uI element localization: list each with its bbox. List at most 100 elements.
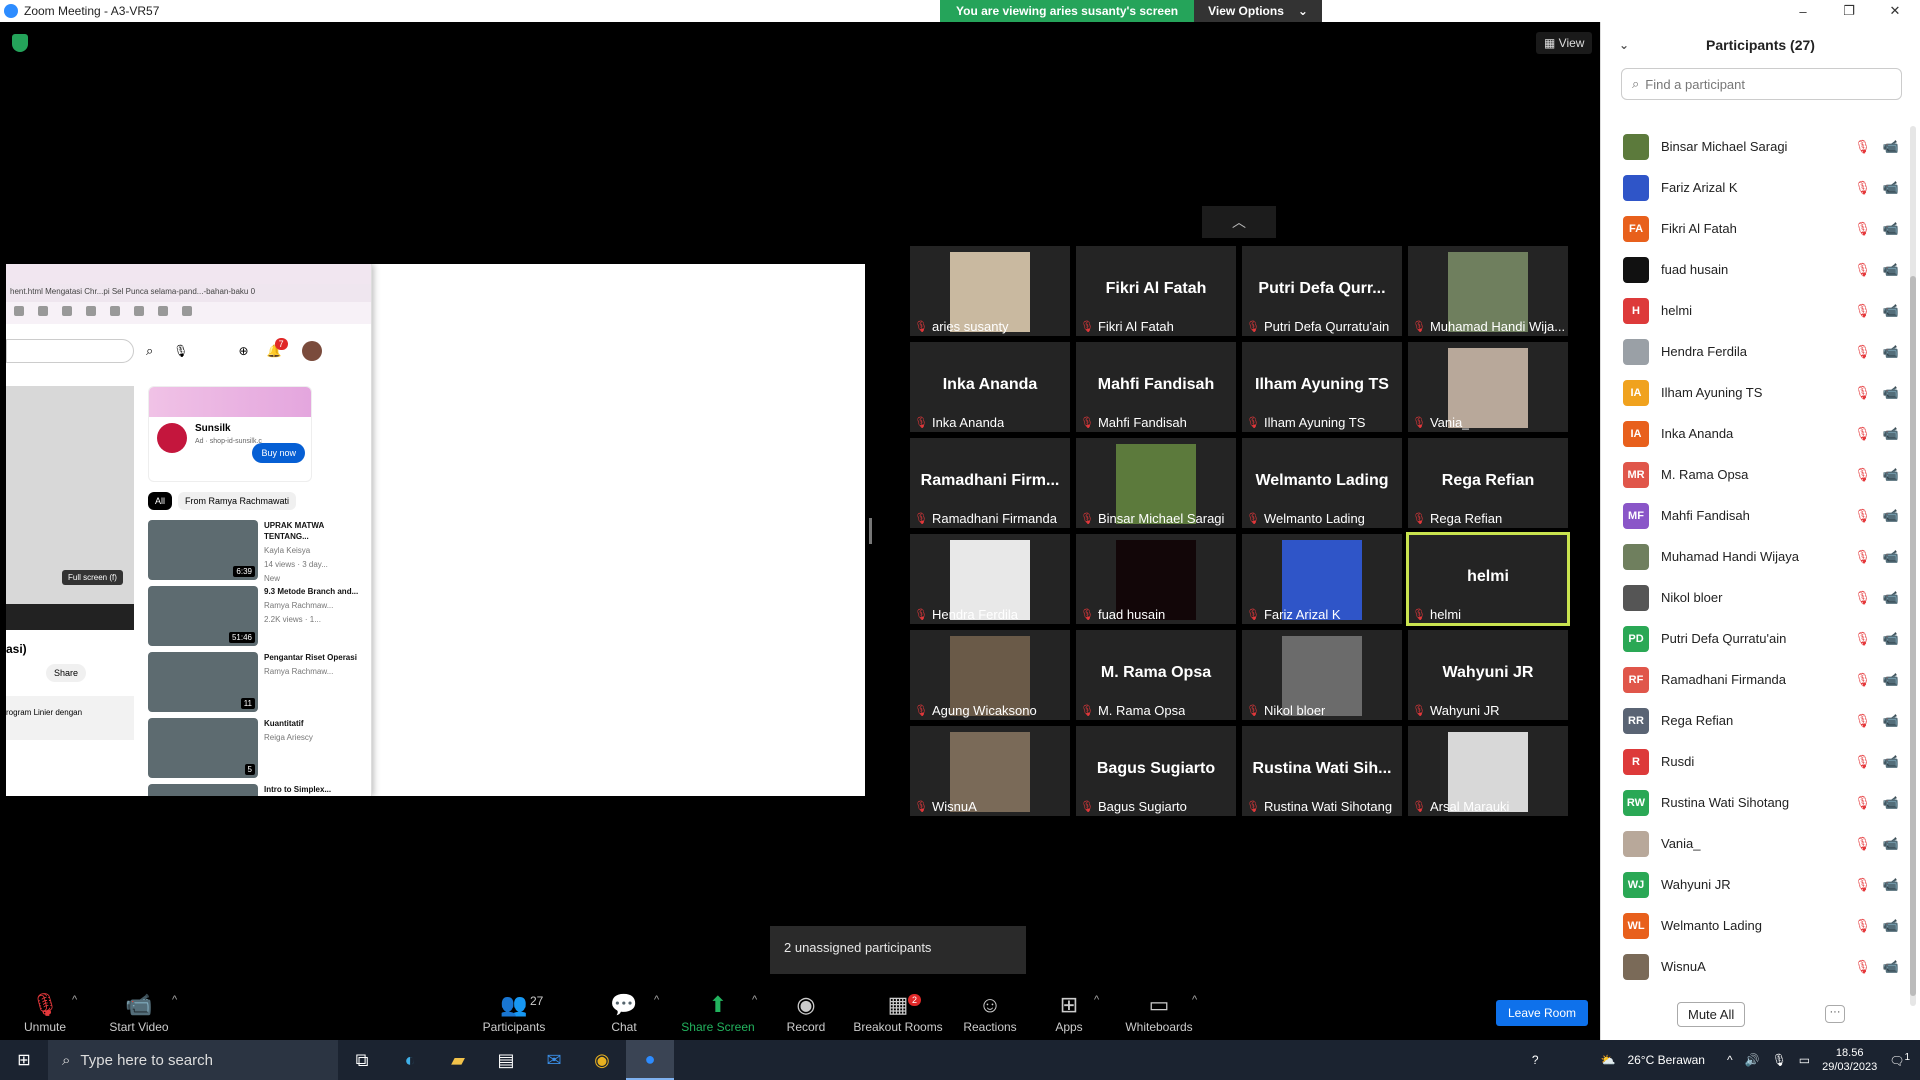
video-tile[interactable]: Bagus Sugiarto 🎙 Bagus Sugiarto [1076,726,1236,816]
leave-room-button[interactable]: Leave Room [1496,1000,1588,1026]
more-options-button[interactable]: ··· [1825,1005,1845,1023]
apps-options-caret[interactable]: ^ [1094,994,1099,1006]
shared-screen[interactable]: hent.html Mengatasi Chr...pi Sel Punca s… [6,264,865,796]
reactions-button[interactable]: ☺ Reactions [963,980,1016,1040]
video-tile[interactable]: Rega Refian 🎙 Rega Refian [1408,438,1568,528]
video-tile[interactable]: 🎙 Agung Wicaksono [910,630,1070,720]
video-tile[interactable]: 🎙 Arsal Marauki [1408,726,1568,816]
video-tile[interactable]: 🎙 aries susanty [910,246,1070,336]
video-tile[interactable]: Fikri Al Fatah 🎙 Fikri Al Fatah [1076,246,1236,336]
breakout-rooms-button[interactable]: ▦ Breakout Rooms 2 [852,980,944,1040]
video-tile[interactable]: Mahfi Fandisah 🎙 Mahfi Fandisah [1076,342,1236,432]
video-tile[interactable]: Ramadhani Firm... 🎙 Ramadhani Firmanda [910,438,1070,528]
weather-text[interactable]: 26°C Berawan [1627,1053,1705,1067]
unassigned-popup[interactable]: 2 unassigned participants [770,926,1026,974]
video-tile[interactable]: Ilham Ayuning TS 🎙 Ilham Ayuning TS [1242,342,1402,432]
clock[interactable]: 18.56 29/03/2023 [1822,1046,1877,1074]
participant-status-icons: 🎙 📹 [1854,795,1899,811]
edge-icon[interactable]: ◐ [386,1040,434,1080]
taskbar-search-input[interactable]: ⌕ Type here to search [48,1040,338,1080]
help-icon[interactable]: ? [1532,1053,1539,1067]
video-tile[interactable]: Rustina Wati Sih... 🎙 Rustina Wati Sihotan… [1242,726,1402,816]
list-item[interactable]: IA Ilham Ayuning TS 🎙 📹 [1601,372,1901,413]
task-view-icon[interactable]: ⧉ [338,1040,386,1080]
list-item[interactable]: WL Welmanto Lading 🎙 📹 [1601,905,1901,946]
whiteboards-button[interactable]: ▭ Whiteboards [1124,980,1194,1040]
apps-button[interactable]: ⊞ Apps [1052,980,1086,1040]
view-button[interactable]: ▦ View [1536,32,1593,54]
close-button[interactable]: ✕ [1872,0,1918,22]
list-item[interactable]: FA Fikri Al Fatah 🎙 📹 [1601,208,1901,249]
video-tile[interactable]: 🎙 Hendra Ferdila [910,534,1070,624]
search-input[interactable]: ⌕ Find a participant [1621,68,1902,100]
video-tile[interactable]: Putri Defa Qurr... 🎙 Putri Defa Qurratu'ai… [1242,246,1402,336]
video-tile[interactable]: 🎙 Binsar Michael Saragi [1076,438,1236,528]
list-item[interactable]: Muhamad Handi Wijaya 🎙 📹 [1601,536,1901,577]
video-tile[interactable]: 🎙 fuad husain [1076,534,1236,624]
chat-options-caret[interactable]: ^ [654,994,659,1006]
video-options-caret[interactable]: ^ [172,994,177,1006]
collapse-gallery-button[interactable]: ︿ [1202,206,1276,238]
video-tile[interactable]: 🎙 Muhamad Handi Wija... [1408,246,1568,336]
tray-chevron-icon[interactable]: ^ [1727,1053,1733,1067]
list-item[interactable]: Nikol bloer 🎙 📹 [1601,577,1901,618]
weather-icon[interactable]: ⛅ [1601,1053,1616,1067]
scrollbar[interactable] [1910,126,1916,1006]
start-video-button[interactable]: 📹 Start Video [104,980,174,1040]
video-tile[interactable]: helmi 🎙 helmi [1406,532,1570,626]
list-item[interactable]: Hendra Ferdila 🎙 📹 [1601,331,1901,372]
list-item[interactable]: Vania_ 🎙 📹 [1601,823,1901,864]
windows-start-icon[interactable]: ⊞ [0,1040,48,1080]
video-tile[interactable]: Inka Ananda 🎙 Inka Ananda [910,342,1070,432]
restore-button[interactable]: ❐ [1826,0,1872,22]
video-tile[interactable]: M. Rama Opsa 🎙 M. Rama Opsa [1076,630,1236,720]
store-icon[interactable]: ▤ [482,1040,530,1080]
list-item[interactable]: WJ Wahyuni JR 🎙 📹 [1601,864,1901,905]
list-item[interactable]: IA Inka Ananda 🎙 📹 [1601,413,1901,454]
video-tile[interactable]: 🎙 Nikol bloer [1242,630,1402,720]
video-tile[interactable]: 🎙 WisnuA [910,726,1070,816]
list-item[interactable]: RW Rustina Wati Sihotang 🎙 📹 [1601,782,1901,823]
list-item[interactable]: MR M. Rama Opsa 🎙 📹 [1601,454,1901,495]
mic-icon[interactable]: 🎙 [1772,1053,1787,1067]
video-tile[interactable]: Wahyuni JR 🎙 Wahyuni JR [1408,630,1568,720]
record-button[interactable]: ◉ Record [786,980,826,1040]
zoom-taskbar-icon[interactable]: ● [626,1040,674,1080]
minimize-button[interactable]: – [1780,0,1826,22]
breakout-badge: 2 [908,994,922,1006]
avatar: PD [1623,625,1649,652]
list-item[interactable]: RF Ramadhani Firmanda 🎙 📹 [1601,659,1901,700]
video-tile[interactable]: Welmanto Lading 🎙 Welmanto Lading [1242,438,1402,528]
list-item[interactable]: Hhelmi 🎙 📹 [1601,290,1901,331]
chrome-icon[interactable]: ◉ [578,1040,626,1080]
notification-icon[interactable]: 🗨1 [1889,1052,1910,1068]
list-item[interactable]: Fariz Arizal K 🎙 📹 [1601,167,1901,208]
mail-icon[interactable]: ✉ [530,1040,578,1080]
encryption-shield-icon[interactable] [12,34,28,52]
network-icon[interactable]: ▭ [1799,1053,1810,1067]
unmute-button[interactable]: 🎙 Unmute [22,980,68,1040]
avatar [1623,174,1649,201]
list-item[interactable]: MF Mahfi Fandisah 🎙 📹 [1601,495,1901,536]
video-tile[interactable]: 🎙 Vania_ [1408,342,1568,432]
whiteboard-options-caret[interactable]: ^ [1192,994,1197,1006]
split-handle[interactable] [869,518,872,544]
mute-all-button[interactable]: Mute All [1677,1001,1746,1027]
share-options-caret[interactable]: ^ [752,994,757,1006]
list-item[interactable]: fuad husain 🎙 📹 [1601,249,1901,290]
list-item[interactable]: PD Putri Defa Qurratu'ain 🎙 📹 [1601,618,1901,659]
list-item[interactable]: R Rusdi 🎙 📹 [1601,741,1901,782]
audio-options-caret[interactable]: ^ [72,994,77,1006]
participants-button[interactable]: 👥 Participants 27 [478,980,550,1040]
list-item[interactable]: WisnuA 🎙 📹 [1601,946,1901,987]
chevron-down-icon[interactable]: ⌄ [1619,38,1629,52]
file-explorer-icon[interactable]: ▰ [434,1040,482,1080]
video-tile[interactable]: 🎙 Fariz Arizal K [1242,534,1402,624]
view-options-button[interactable]: View Options ⌄ [1194,0,1322,22]
list-item[interactable]: RR Rega Refian 🎙 📹 [1601,700,1901,741]
volume-icon[interactable]: 🔊 [1745,1053,1760,1067]
share-screen-button[interactable]: ⬆ Share Screen [680,980,756,1040]
list-item[interactable]: Binsar Michael Saragi 🎙 📹 [1601,126,1901,167]
chat-button[interactable]: 💬 Chat [608,980,640,1040]
sunsilk-logo [157,423,187,453]
